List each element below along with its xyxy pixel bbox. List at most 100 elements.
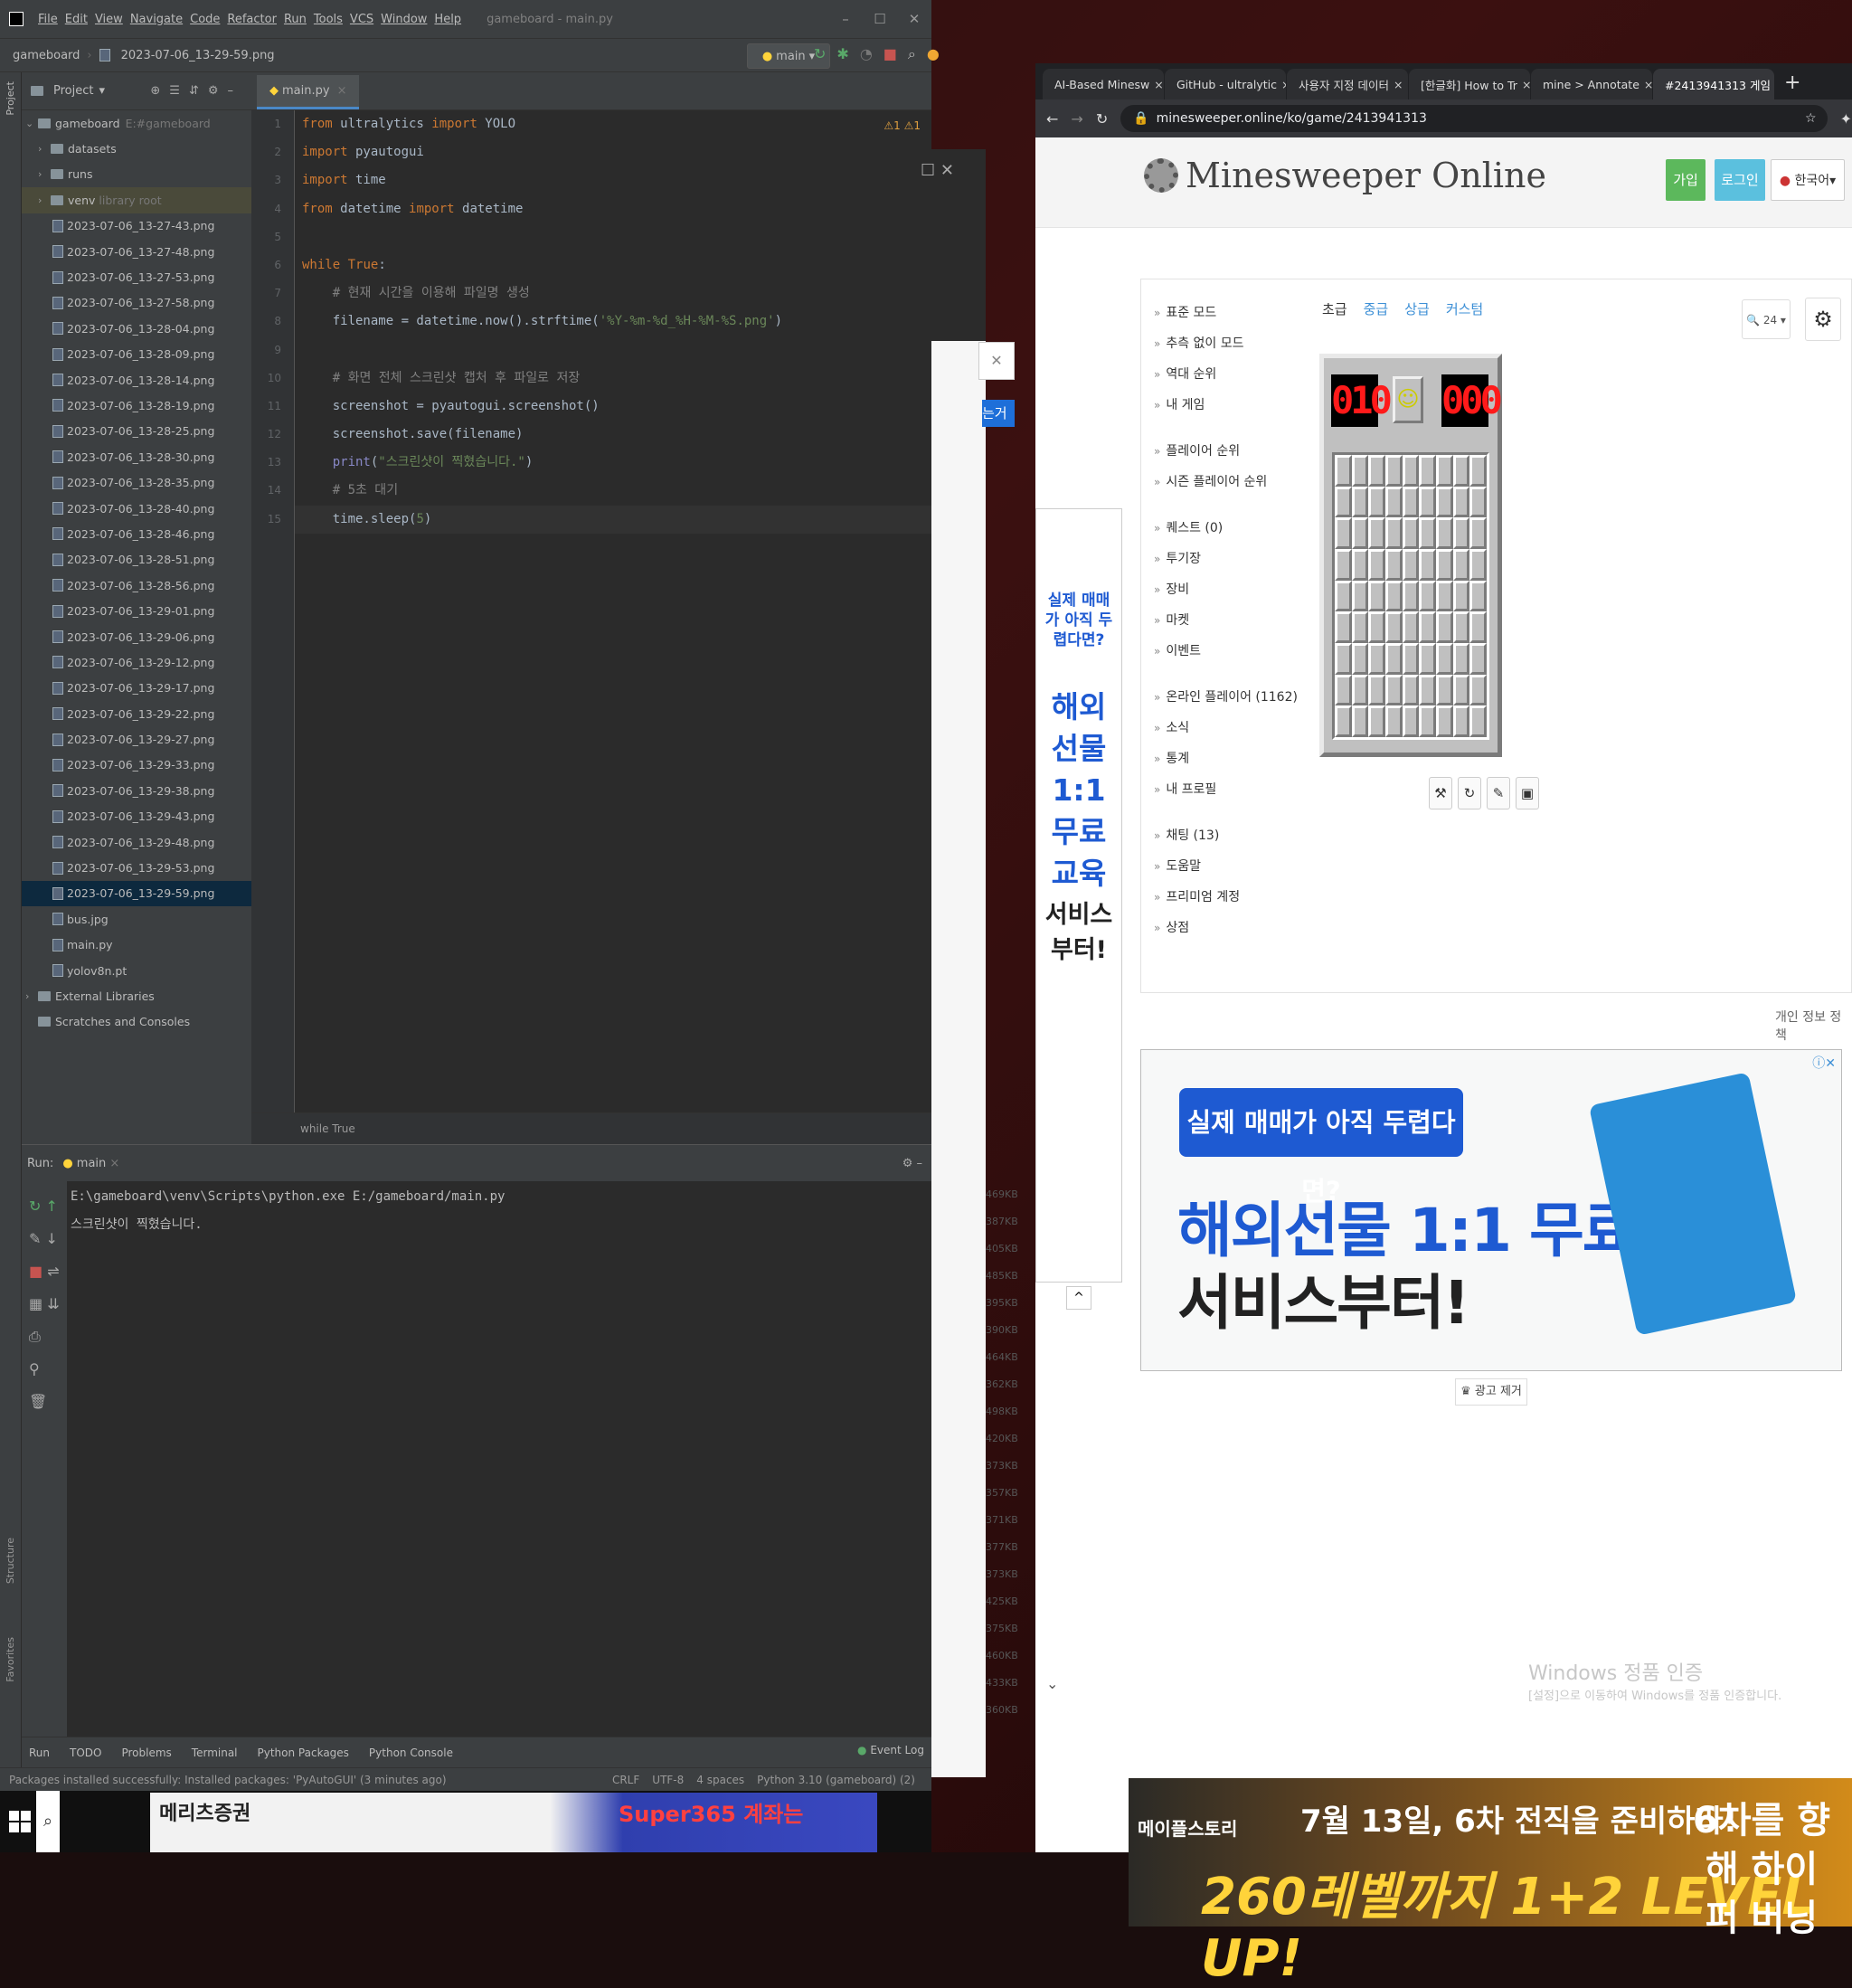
mine-cell[interactable] [1335,455,1352,487]
remove-ads-button[interactable]: ♛ 광고 제거 [1455,1378,1527,1406]
tree-file[interactable]: 2023-07-06_13-28-51.png [22,547,251,573]
mine-cell[interactable] [1368,643,1385,675]
update-icon[interactable]: ● [927,45,940,63]
side-menu-item[interactable]: » 이벤트 [1154,636,1308,667]
tree-file[interactable]: 2023-07-06_13-28-40.png [22,496,251,521]
side-menu-item[interactable]: » 소식 [1154,713,1308,743]
tree-file[interactable]: 2023-07-06_13-29-06.png [22,624,251,649]
mine-cell[interactable] [1469,643,1487,675]
ad-close-icon[interactable]: ⓘ✕ [1812,1054,1836,1072]
mine-cell[interactable] [1351,517,1369,549]
pin-icon[interactable]: ⚲ 🗑 [29,1353,60,1418]
menu-navigate[interactable]: Navigate [127,13,186,26]
mine-cell[interactable] [1469,517,1487,549]
menu-edit[interactable]: Edit [61,13,91,26]
tree-file[interactable]: bus.jpg [22,906,251,932]
mine-cell[interactable] [1419,486,1436,518]
site-logo[interactable]: Minesweeper Online [1144,156,1546,195]
tree-file[interactable]: 2023-07-06_13-28-09.png [22,342,251,367]
mine-cell[interactable] [1402,486,1420,518]
mine-cell[interactable] [1368,674,1385,706]
tool-tab-python-packages[interactable]: Python Packages [258,1747,349,1759]
tool-tab-python-console[interactable]: Python Console [369,1747,453,1759]
project-tool-button[interactable]: Project [5,81,16,116]
tab-close-icon[interactable]: × [1522,78,1530,91]
wand-icon[interactable]: ⚒ [1429,777,1452,809]
mine-cell[interactable] [1384,705,1403,737]
mine-cell[interactable] [1452,643,1470,675]
mine-cell[interactable] [1469,486,1487,518]
menu-run[interactable]: Run [280,13,310,26]
mine-cell[interactable] [1384,611,1403,643]
browser-tab[interactable]: [한글화] How to Tr × [1409,69,1530,99]
tree-file[interactable]: 2023-07-06_13-29-48.png [22,829,251,855]
structure-tool-button[interactable]: Structure [5,1538,16,1584]
maplestory-ad[interactable]: 메이플스토리 7월 13일, 6차 전직을 준비하라! 260레벨까지 1+2 … [1129,1778,1852,1988]
mine-cell[interactable] [1402,517,1420,549]
mine-cell[interactable] [1335,517,1352,549]
mine-cell[interactable] [1419,580,1436,612]
tree-file[interactable]: 2023-07-06_13-27-48.png [22,239,251,264]
tree-file[interactable]: 2023-07-06_13-28-25.png [22,419,251,444]
wrench-icon[interactable]: ✎ ↓ [29,1223,60,1255]
forward-icon[interactable]: → [1071,110,1082,128]
tool-tab-problems[interactable]: Problems [121,1747,171,1759]
mine-cell[interactable] [1435,611,1453,643]
window-close-button[interactable]: ☐ ✕ [921,161,954,180]
chevron-right-icon[interactable]: › [38,194,51,206]
mine-cell[interactable] [1402,455,1420,487]
mine-cell[interactable] [1452,705,1470,737]
banner-ad[interactable]: 실제 매매가 아직 두렵다면? 해외선물 1:1 무료교육 서비스부터! ⓘ✕ [1140,1049,1842,1371]
privacy-policy-link[interactable]: 개인 정보 정책 [1775,1008,1852,1044]
level-tab[interactable]: 상급 [1404,299,1430,318]
layout-icon[interactable]: ▦ ⇊ [29,1288,60,1321]
login-button[interactable]: 로그인 [1715,159,1765,201]
tab-close-icon[interactable]: × [1154,78,1163,91]
close-tab-icon[interactable]: × [337,84,347,98]
close-button[interactable]: ✕ [897,11,931,27]
mine-cell[interactable] [1452,674,1470,706]
windows-start-icon[interactable] [9,1811,31,1832]
mine-cell[interactable] [1368,705,1385,737]
menu-code[interactable]: Code [186,13,223,26]
bookmark-star-icon[interactable]: ☆ [1805,111,1817,126]
side-menu-item[interactable]: » 도움말 [1154,851,1308,882]
side-menu-item[interactable]: » 통계 [1154,743,1308,774]
tree-file[interactable]: yolov8n.pt [22,958,251,983]
chevron-right-icon[interactable]: › [38,168,51,180]
smiley-face-button[interactable]: ☺ [1393,376,1423,423]
zoom-dropdown[interactable]: 🔍 24 ▾ [1742,299,1791,339]
side-menu-item[interactable]: » 온라인 플레이어 (1162) [1154,682,1308,713]
menu-vcs[interactable]: VCS [346,13,377,26]
mine-cell[interactable] [1351,455,1369,487]
breadcrumb-file[interactable]: 2023-07-06_13-29-59.png [121,49,275,62]
mine-cell[interactable] [1469,455,1487,487]
tree-file[interactable]: 2023-07-06_13-28-56.png [22,573,251,598]
mine-cell[interactable] [1435,517,1453,549]
tree-file[interactable]: main.py [22,932,251,958]
status-message[interactable]: Packages installed successfully: Install… [9,1774,447,1786]
mine-cell[interactable] [1452,486,1470,518]
menu-window[interactable]: Window [377,13,430,26]
breadcrumb-project[interactable]: gameboard [13,49,80,62]
menu-file[interactable]: File [34,13,61,26]
mine-cell[interactable] [1335,674,1352,706]
status-item[interactable]: Python 3.10 (gameboard) (2) [757,1774,915,1786]
mine-cell[interactable] [1384,674,1403,706]
browser-tab[interactable]: #2413941313 게임× [1653,69,1774,99]
chevron-down-icon[interactable]: ⌄ [25,118,38,129]
status-item[interactable]: 4 spaces [696,1774,744,1786]
side-menu-item[interactable]: » 내 프로필 [1154,774,1308,805]
tree-file[interactable]: 2023-07-06_13-29-59.png [22,880,251,907]
join-button[interactable]: 가입 [1666,159,1706,201]
code-breadcrumb[interactable]: while True [251,1112,931,1144]
side-menu-item[interactable]: » 마켓 [1154,605,1308,636]
extensions-icon[interactable]: ✦ [1840,110,1852,128]
tree-folder-datasets[interactable]: › datasets [22,136,251,161]
tree-external-libraries[interactable]: › External Libraries [22,983,251,1008]
mine-cell[interactable] [1335,643,1352,675]
side-menu-item[interactable]: » 투기장 [1154,544,1308,574]
side-menu-item[interactable]: » 시즌 플레이어 순위 [1154,467,1308,497]
debug-icon[interactable]: ✱ [836,45,848,63]
search-icon[interactable]: ⌕ [908,45,916,63]
